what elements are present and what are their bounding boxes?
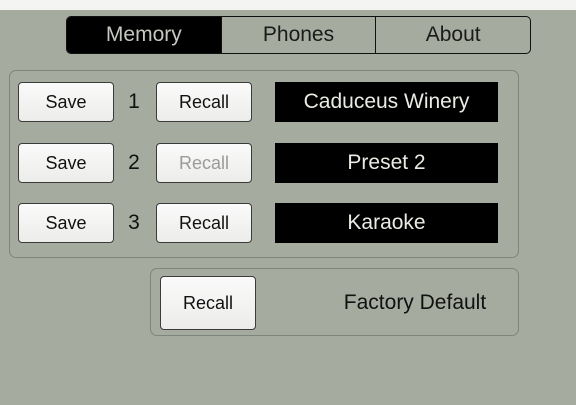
recall-button-3[interactable]: Recall — [156, 203, 252, 243]
save-button-2[interactable]: Save — [18, 143, 114, 183]
preset-number-2: 2 — [128, 151, 140, 174]
recall-button-2: Recall — [156, 143, 252, 183]
recall-button-1[interactable]: Recall — [156, 82, 252, 122]
factory-recall-button[interactable]: Recall — [160, 276, 256, 330]
preset-number-1: 1 — [128, 90, 140, 113]
preset-name-3: Karaoke — [275, 203, 498, 243]
tab-bar: Memory Phones About — [66, 16, 531, 54]
tab-phones[interactable]: Phones — [220, 17, 376, 53]
preset-name-2: Preset 2 — [275, 143, 498, 183]
top-edge-strip — [0, 0, 576, 10]
save-button-3[interactable]: Save — [18, 203, 114, 243]
preset-name-1: Caduceus Winery — [275, 82, 498, 122]
factory-default-label: Factory Default — [343, 291, 487, 314]
tab-about[interactable]: About — [375, 17, 530, 53]
tab-memory[interactable]: Memory — [67, 17, 221, 53]
save-button-1[interactable]: Save — [18, 82, 114, 122]
preset-number-3: 3 — [128, 211, 140, 234]
